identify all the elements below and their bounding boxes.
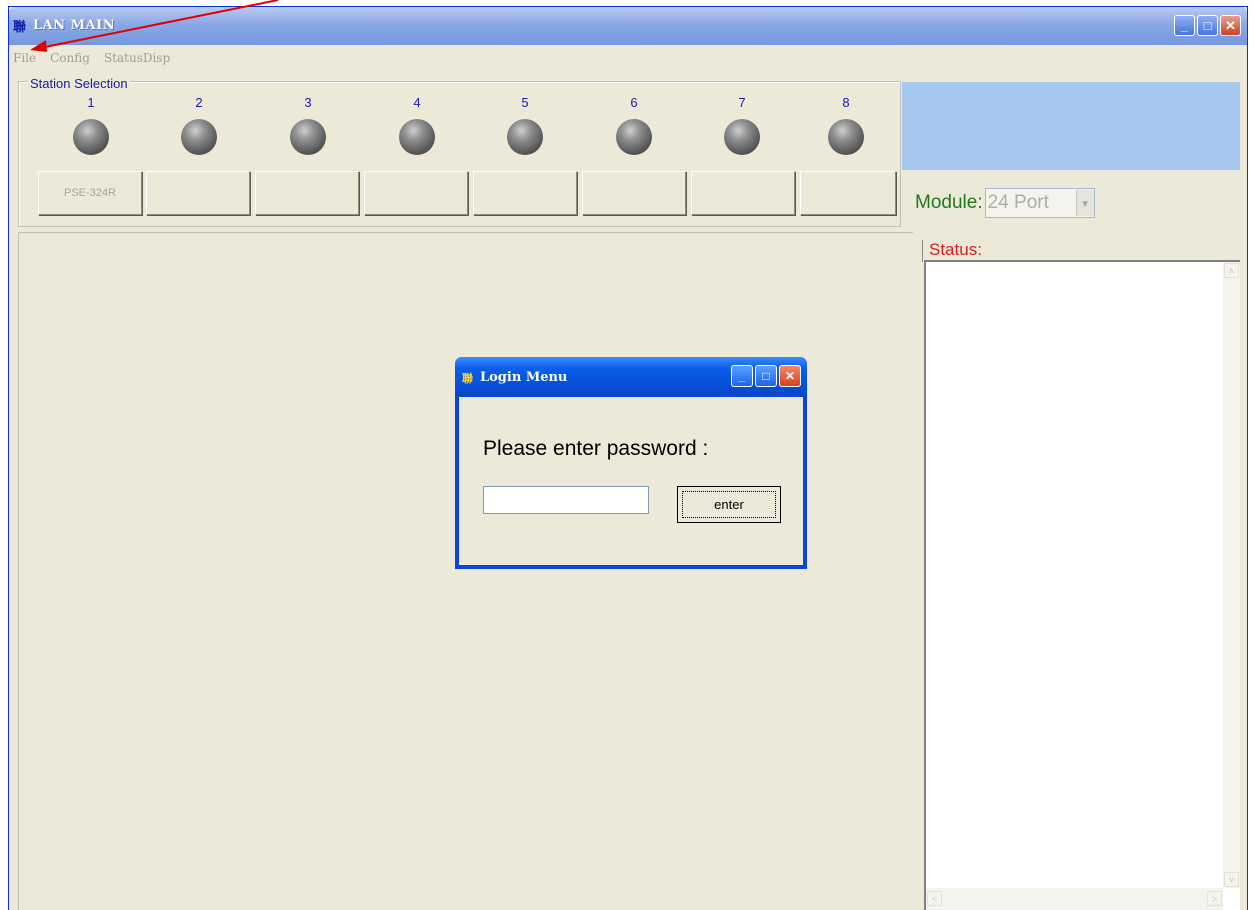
menu-config[interactable]: Config [50,51,90,65]
main-titlebar[interactable]: 聯 LAN MAIN _ □ ✕ [9,7,1247,45]
station-button-6[interactable] [582,171,686,215]
scroll-up-icon[interactable]: ˄ [1224,263,1239,278]
horizontal-scrollbar[interactable]: < > [926,888,1223,910]
dialog-minimize-button[interactable]: _ [731,365,753,387]
station-button-4[interactable] [364,171,468,215]
module-select[interactable]: 24 Port ▾ [984,188,1095,218]
login-title: Login Menu [480,370,568,385]
station-5: 5 [475,95,575,155]
window-title: LAN MAIN [33,18,116,33]
status-textbox[interactable]: ˄ ˅ < > [924,260,1240,910]
station-3: 3 [258,95,358,155]
status-led-icon [828,119,864,155]
maximize-icon: □ [762,369,770,383]
app-icon: 聯 [13,20,26,35]
minimize-icon: _ [1180,18,1189,33]
status-led-icon [181,119,217,155]
login-dialog: 聯 Login Menu _ □ ✕ Please enter password… [455,357,807,569]
station-number: 6 [630,95,638,110]
station-button-7[interactable] [691,171,795,215]
station-number: 7 [738,95,746,110]
module-select-value: 24 Port [987,192,1049,213]
app-icon: 聯 [462,372,473,385]
close-button[interactable]: ✕ [1220,15,1241,36]
maximize-icon: □ [1203,18,1212,33]
status-led-icon [73,119,109,155]
station-8: 8 [796,95,896,155]
station-button-2[interactable] [146,171,250,215]
station-number: 8 [842,95,850,110]
minimize-icon: _ [738,369,746,383]
status-divider [922,240,923,262]
info-panel [902,82,1240,170]
minimize-button[interactable]: _ [1174,15,1195,36]
station-6: 6 [584,95,684,155]
station-7: 7 [692,95,792,155]
close-icon: ✕ [1225,17,1236,33]
password-prompt: Please enter password : [483,437,709,460]
enter-button-label: enter [714,497,744,512]
password-input[interactable] [483,486,649,514]
station-number: 4 [413,95,421,110]
menu-bar: File Config StatusDisp [9,47,1247,69]
station-4: 4 [367,95,467,155]
maximize-button[interactable]: □ [1197,15,1218,36]
vertical-scrollbar[interactable]: ˄ ˅ [1223,262,1240,888]
status-led-icon [724,119,760,155]
module-row: Module: 24 Port ▾ [915,188,1095,218]
menu-file[interactable]: File [13,51,36,65]
station-number: 3 [304,95,312,110]
station-number: 2 [195,95,203,110]
station-button-5[interactable] [473,171,577,215]
scroll-left-icon[interactable]: < [927,891,942,906]
status-led-icon [290,119,326,155]
status-label: Status: [929,240,982,259]
station-number: 5 [521,95,529,110]
status-led-icon [616,119,652,155]
scroll-right-icon[interactable]: > [1207,891,1222,906]
dialog-close-button[interactable]: ✕ [779,365,801,387]
chevron-down-icon[interactable]: ▾ [1075,190,1094,216]
menu-statusdisp[interactable]: StatusDisp [104,51,170,65]
enter-button[interactable]: enter [677,486,781,523]
status-led-icon [507,119,543,155]
station-button-8[interactable] [800,171,896,215]
station-button-1[interactable]: PSE-324R [38,171,142,215]
scroll-down-icon[interactable]: ˅ [1224,872,1239,887]
login-titlebar[interactable]: 聯 Login Menu _ □ ✕ [455,357,807,395]
module-label: Module: [915,192,983,213]
station-2: 2 [149,95,249,155]
station-button-3[interactable] [255,171,359,215]
dialog-maximize-button[interactable]: □ [755,365,777,387]
status-led-icon [399,119,435,155]
station-selection-legend: Station Selection [28,76,130,91]
station-1: 1 [41,95,141,155]
close-icon: ✕ [784,369,796,383]
station-number: 1 [87,95,95,110]
work-area [18,232,913,910]
login-body: Please enter password : enter [459,397,803,565]
